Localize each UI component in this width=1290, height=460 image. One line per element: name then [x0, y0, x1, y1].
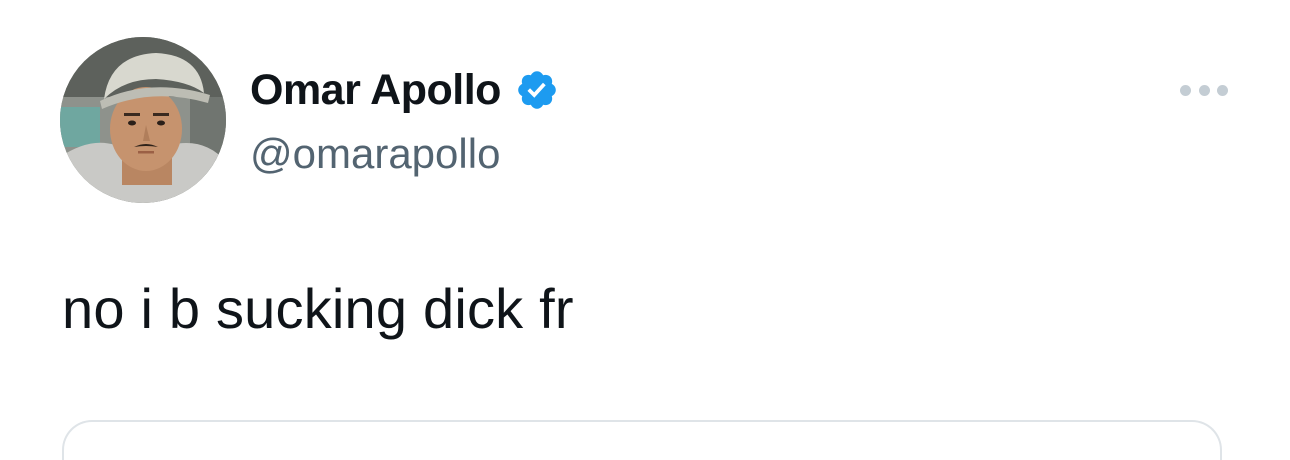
- verified-badge-icon: [515, 68, 559, 112]
- author-avatar[interactable]: [60, 37, 226, 203]
- avatar-photo-icon: [60, 37, 226, 203]
- author-name-row: Omar Apollo: [250, 62, 559, 118]
- author-handle[interactable]: @omarapollo: [250, 130, 559, 178]
- tweet-card: Omar Apollo @omarapollo no i b sucking d…: [0, 0, 1290, 460]
- more-dot: [1180, 84, 1191, 96]
- author-info: Omar Apollo @omarapollo: [250, 62, 559, 178]
- embedded-card-edge: [62, 420, 1222, 460]
- author-display-name[interactable]: Omar Apollo: [250, 66, 501, 115]
- more-dot: [1217, 84, 1228, 96]
- more-dot: [1198, 84, 1210, 96]
- more-options-icon[interactable]: [1176, 76, 1232, 104]
- tweet-text: no i b sucking dick fr: [62, 277, 574, 340]
